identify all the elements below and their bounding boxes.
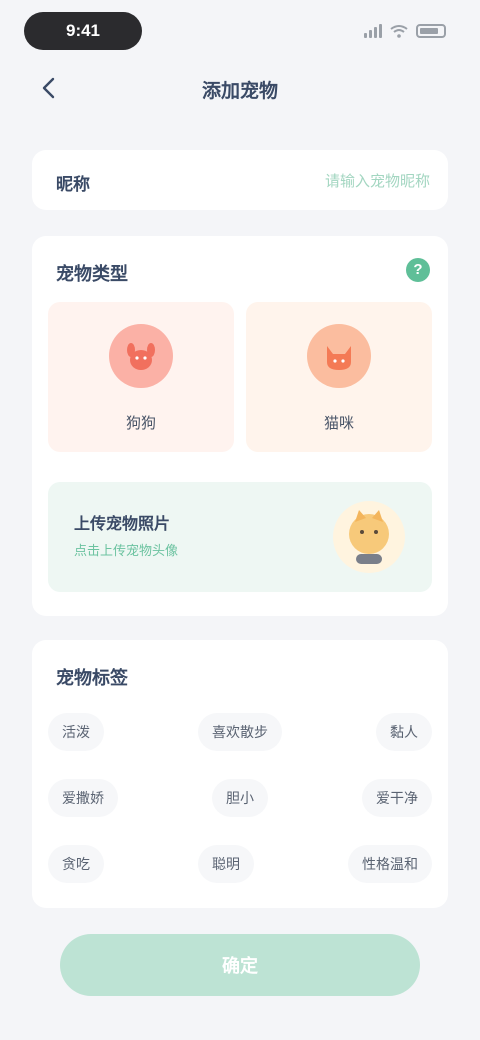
upload-photo-area[interactable]: 上传宠物照片 点击上传宠物头像 <box>48 482 432 592</box>
tag-row: 爱撒娇 胆小 爱干净 <box>48 778 432 818</box>
tag-item[interactable]: 性格温和 <box>348 845 432 883</box>
signal-icon <box>364 24 382 38</box>
pet-name-input[interactable] <box>172 162 432 200</box>
confirm-button[interactable]: 确定 <box>60 934 420 996</box>
battery-icon <box>416 24 446 38</box>
status-time: 9:41 <box>24 12 142 50</box>
type-label-dog: 狗狗 <box>125 415 156 432</box>
dog-icon <box>109 324 173 388</box>
upload-subtitle: 点击上传宠物头像 <box>74 543 179 558</box>
tag-item[interactable]: 活泼 <box>48 713 104 751</box>
pet-tags-title: 宠物标签 <box>56 668 128 688</box>
tag-item[interactable]: 聪明 <box>198 845 254 883</box>
help-icon[interactable]: ? <box>406 258 430 282</box>
tag-item[interactable]: 爱撒娇 <box>48 779 118 817</box>
pet-type-card: 宠物类型 ? 狗狗 猫咪 上传宠物照片 点击上传宠物头像 <box>32 236 448 616</box>
tag-item[interactable]: 胆小 <box>212 779 268 817</box>
page-title: 添加宠物 <box>201 81 278 102</box>
status-icons <box>364 20 446 42</box>
tag-row: 活泼 喜欢散步 黏人 <box>48 712 432 752</box>
upload-title: 上传宠物照片 <box>74 516 171 533</box>
cat-icon <box>307 324 371 388</box>
wifi-icon <box>390 25 408 38</box>
type-label-cat: 猫咪 <box>323 415 354 432</box>
pet-tags-card: 宠物标签 活泼 喜欢散步 黏人 爱撒娇 胆小 爱干净 贪吃 聪明 性格温和 <box>32 640 448 908</box>
status-bar: 9:41 <box>0 0 480 64</box>
tag-item[interactable]: 贪吃 <box>48 845 104 883</box>
tag-item[interactable]: 喜欢散步 <box>198 713 282 751</box>
type-option-dog[interactable]: 狗狗 <box>48 302 234 452</box>
tag-item[interactable]: 爱干净 <box>362 779 432 817</box>
type-option-cat[interactable]: 猫咪 <box>246 302 432 452</box>
nav-bar: 添加宠物 <box>0 64 480 112</box>
tag-item[interactable]: 黏人 <box>376 713 432 751</box>
tag-row: 贪吃 聪明 性格温和 <box>48 844 432 884</box>
name-card: 昵称 <box>32 150 448 210</box>
name-label: 昵称 <box>56 175 90 194</box>
pet-photo-illustration-icon <box>333 501 405 573</box>
pet-type-title: 宠物类型 <box>56 264 128 284</box>
